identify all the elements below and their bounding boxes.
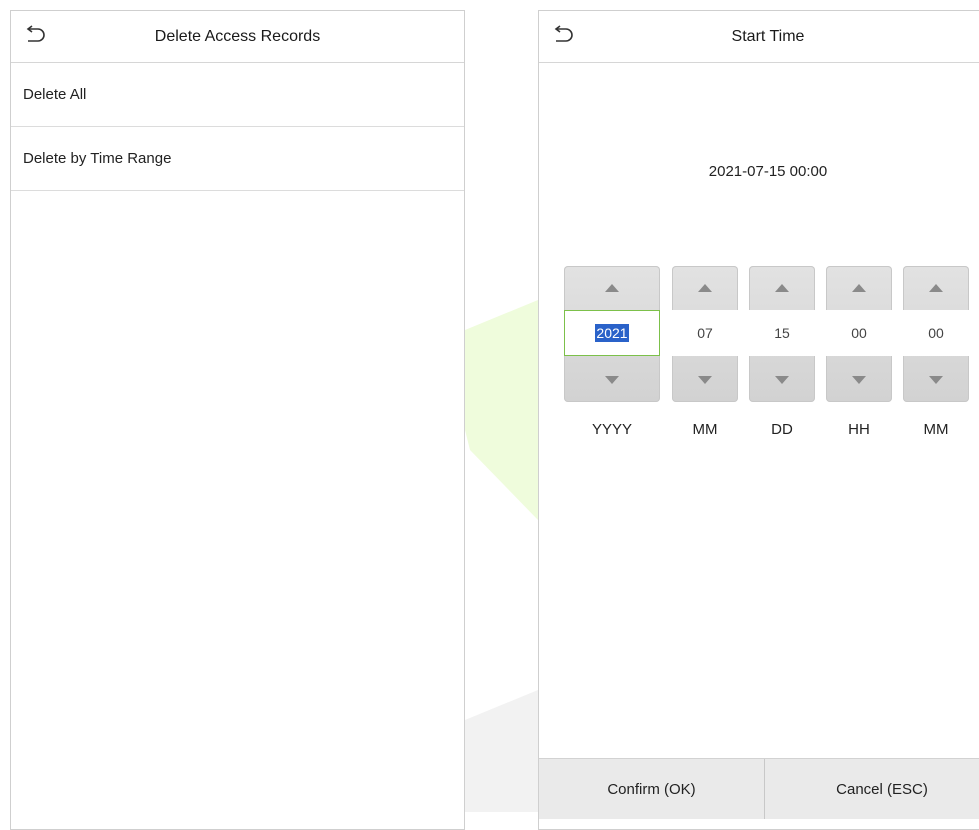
back-arrow-icon[interactable] — [23, 25, 47, 47]
menu-item-delete-all[interactable]: Delete All — [11, 63, 464, 127]
month-increment-button[interactable] — [672, 266, 738, 310]
hour-input[interactable]: 00 — [826, 310, 892, 356]
day-unit-label: DD — [771, 421, 793, 438]
menu-item-label: Delete All — [23, 86, 87, 103]
hour-increment-button[interactable] — [826, 266, 892, 310]
minute-decrement-button[interactable] — [903, 358, 969, 402]
footer-button-bar: Confirm (OK) Cancel (ESC) — [539, 758, 979, 819]
year-unit-label: YYYY — [591, 421, 633, 438]
start-time-screen: Start Time 2021-07-15 00:00 2021 YYYY 07… — [538, 10, 979, 830]
month-spinner: 07 — [672, 266, 738, 402]
arrow-down-icon — [698, 376, 712, 384]
month-unit-label: MM — [692, 421, 718, 438]
day-input[interactable]: 15 — [749, 310, 815, 356]
arrow-up-icon — [698, 284, 712, 292]
month-decrement-button[interactable] — [672, 358, 738, 402]
confirm-button[interactable]: Confirm (OK) — [539, 759, 765, 819]
month-value: 07 — [697, 325, 713, 341]
year-input[interactable]: 2021 — [564, 310, 660, 356]
page-title: Start Time — [731, 27, 805, 45]
menu-item-label: Delete by Time Range — [23, 150, 172, 167]
cancel-button[interactable]: Cancel (ESC) — [765, 759, 979, 819]
year-value: 2021 — [595, 324, 629, 342]
arrow-up-icon — [929, 284, 943, 292]
minute-unit-label: MM — [923, 421, 949, 438]
minute-input[interactable]: 00 — [903, 310, 969, 356]
minute-increment-button[interactable] — [903, 266, 969, 310]
arrow-down-icon — [605, 376, 619, 384]
minute-value: 00 — [928, 325, 944, 341]
minute-spinner: 00 — [903, 266, 969, 402]
year-spinner: 2021 — [564, 266, 660, 402]
day-decrement-button[interactable] — [749, 358, 815, 402]
arrow-up-icon — [775, 284, 789, 292]
arrow-down-icon — [852, 376, 866, 384]
delete-access-records-screen: Delete Access Records Delete All Delete … — [10, 10, 465, 830]
arrow-up-icon — [852, 284, 866, 292]
menu-item-delete-by-time-range[interactable]: Delete by Time Range — [11, 127, 464, 191]
arrow-up-icon — [605, 284, 619, 292]
month-input[interactable]: 07 — [672, 310, 738, 356]
day-spinner: 15 — [749, 266, 815, 402]
hour-spinner: 00 — [826, 266, 892, 402]
back-arrow-icon[interactable] — [551, 25, 575, 47]
day-value: 15 — [774, 325, 790, 341]
page-title: Delete Access Records — [154, 27, 321, 45]
hour-value: 00 — [851, 325, 867, 341]
current-datetime-display: 2021-07-15 00:00 — [708, 163, 828, 180]
header: Start Time — [539, 11, 979, 63]
hour-unit-label: HH — [848, 421, 870, 438]
header: Delete Access Records — [11, 11, 464, 63]
year-increment-button[interactable] — [564, 266, 660, 310]
arrow-down-icon — [775, 376, 789, 384]
year-decrement-button[interactable] — [564, 358, 660, 402]
day-increment-button[interactable] — [749, 266, 815, 310]
hour-decrement-button[interactable] — [826, 358, 892, 402]
arrow-down-icon — [929, 376, 943, 384]
